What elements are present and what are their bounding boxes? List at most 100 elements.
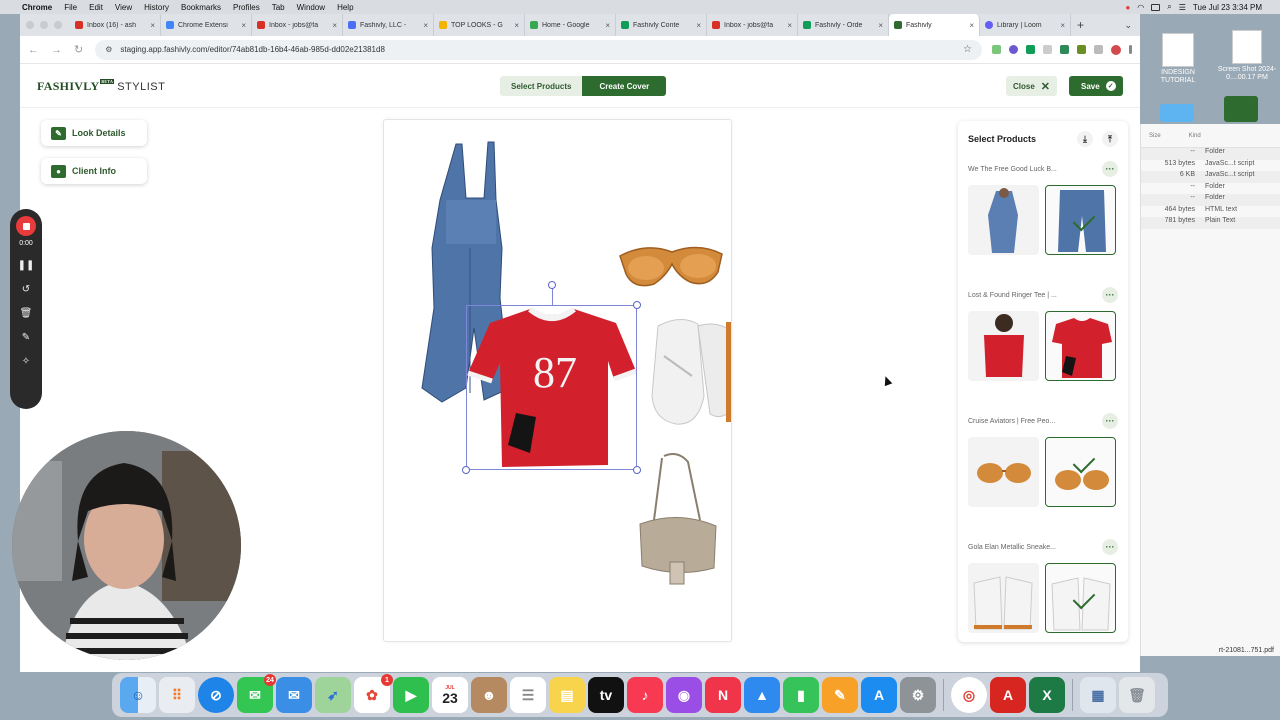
client-info-button[interactable]: ● Client Info	[41, 158, 147, 184]
menu-app-name[interactable]: Chrome	[22, 3, 52, 12]
selection-box[interactable]	[462, 281, 641, 474]
handbag-image[interactable]	[634, 450, 724, 585]
back-arrow-icon[interactable]: ←	[28, 44, 39, 56]
finder-app-icon[interactable]: ☺	[120, 677, 156, 713]
extension-icon[interactable]	[1009, 45, 1018, 54]
close-button[interactable]: Close ✕	[1006, 76, 1058, 96]
restart-icon[interactable]: ↺	[22, 284, 30, 295]
keynote-app-icon[interactable]: ▲	[744, 677, 780, 713]
extension-icon[interactable]	[992, 45, 1001, 54]
forward-arrow-icon[interactable]: →	[51, 44, 62, 56]
browser-tab[interactable]: Fashivly, LLC - ×	[343, 14, 434, 36]
bookmark-star-icon[interactable]: ☆	[963, 44, 972, 55]
reminders-app-icon[interactable]: ☰	[510, 677, 546, 713]
close-tab-icon[interactable]: ×	[423, 21, 428, 30]
resize-handle-bottom-left[interactable]	[462, 466, 470, 474]
product-cutout-image-selected[interactable]	[1045, 437, 1116, 507]
chrome-app-icon[interactable]: ◎	[951, 677, 987, 713]
product-model-image[interactable]	[968, 437, 1039, 507]
podcasts-app-icon[interactable]: ◉	[666, 677, 702, 713]
close-tab-icon[interactable]: ×	[787, 21, 792, 30]
browser-tab[interactable]: Inbox - jobs@fa ×	[707, 14, 798, 36]
pages-app-icon[interactable]: ✎	[822, 677, 858, 713]
desktop-icon-folder[interactable]	[1160, 104, 1194, 122]
mail-app-icon[interactable]: ✉	[276, 677, 312, 713]
more-options-icon[interactable]: ···	[1102, 539, 1118, 555]
close-tab-icon[interactable]: ×	[878, 21, 883, 30]
product-cutout-image-selected[interactable]	[1045, 563, 1116, 633]
app-store-app-icon[interactable]: A	[861, 677, 897, 713]
rotate-handle[interactable]	[548, 281, 556, 289]
numbers-app-icon[interactable]: ▮	[783, 677, 819, 713]
upload-icon[interactable]: ⤒	[1102, 131, 1118, 147]
webcam-bubble[interactable]	[12, 431, 241, 660]
close-tab-icon[interactable]: ×	[969, 21, 974, 30]
downloads-stack-icon[interactable]: ▦	[1080, 677, 1116, 713]
resize-handle-bottom-right[interactable]	[633, 466, 641, 474]
menu-help[interactable]: Help	[337, 3, 353, 12]
extension-icon[interactable]	[1077, 45, 1086, 54]
profile-avatar[interactable]	[1111, 44, 1121, 55]
notes-app-icon[interactable]: ▤	[549, 677, 585, 713]
tab-search-chevron-icon[interactable]: ⌄	[1124, 20, 1132, 31]
browser-tab[interactable]: Library | Loom ×	[980, 14, 1071, 36]
finder-row[interactable]: -- Folder	[1141, 194, 1280, 206]
sneakers-image[interactable]	[646, 316, 732, 431]
safari-app-icon[interactable]: ⊘	[198, 677, 234, 713]
finder-col-size[interactable]: Size	[1149, 133, 1161, 139]
control-center-icon[interactable]: ☰	[1179, 3, 1186, 12]
reload-icon[interactable]: ↻	[74, 43, 83, 56]
product-model-image[interactable]	[968, 311, 1039, 381]
zoom-window-button[interactable]	[54, 21, 62, 29]
browser-tab[interactable]: Chrome Extensi ×	[161, 14, 252, 36]
pause-icon[interactable]: ❚❚	[18, 260, 35, 271]
menu-history[interactable]: History	[144, 3, 169, 12]
more-menu-icon[interactable]	[1129, 45, 1132, 54]
close-tab-icon[interactable]: ×	[1060, 21, 1065, 30]
finder-row[interactable]: -- Folder	[1141, 148, 1280, 160]
look-details-button[interactable]: ✎ Look Details	[41, 120, 147, 146]
battery-icon[interactable]	[1151, 3, 1161, 11]
finder-row[interactable]: 781 bytes Plain Text	[1141, 217, 1280, 229]
trash-icon[interactable]: 🗑	[1119, 677, 1155, 713]
more-options-icon[interactable]: ···	[1102, 287, 1118, 303]
finder-row[interactable]: -- Folder	[1141, 183, 1280, 195]
product-model-image[interactable]	[968, 185, 1039, 255]
effects-icon[interactable]: ✧	[22, 356, 30, 367]
url-bar[interactable]: ⚙ staging.app.fashivly.com/editor/74ab81…	[95, 39, 982, 60]
browser-tab[interactable]: Home - Google ×	[525, 14, 616, 36]
search-icon[interactable]: ⌕	[1167, 2, 1171, 12]
desktop-icon-screenshot[interactable]: Screen Shot 2024-0....00.17 PM	[1214, 30, 1280, 82]
close-tab-icon[interactable]: ×	[514, 21, 519, 30]
resize-handle-top-right[interactable]	[633, 301, 641, 309]
desktop-icon-app[interactable]	[1224, 96, 1258, 122]
facetime-app-icon[interactable]: ▶	[393, 677, 429, 713]
finder-row[interactable]: 6 KB JavaSc...t script	[1141, 171, 1280, 183]
close-window-button[interactable]	[26, 21, 34, 29]
launchpad-app-icon[interactable]: ⠿	[159, 677, 195, 713]
music-app-icon[interactable]: ♪	[627, 677, 663, 713]
minimize-window-button[interactable]	[40, 21, 48, 29]
close-tab-icon[interactable]: ×	[150, 21, 155, 30]
save-button[interactable]: Save ✓	[1069, 76, 1123, 96]
excel-app-icon[interactable]: X	[1029, 677, 1065, 713]
acrobat-app-icon[interactable]: A	[990, 677, 1026, 713]
menubar-clock[interactable]: Tue Jul 23 3:34 PM	[1193, 3, 1262, 12]
browser-tab[interactable]: Inbox (16) - ash ×	[70, 14, 161, 36]
sunglasses-image[interactable]	[616, 238, 726, 292]
product-cutout-image-selected[interactable]	[1045, 185, 1116, 255]
finder-row[interactable]: 464 bytes HTML text	[1141, 206, 1280, 218]
browser-tab[interactable]: Inbox - jobs@fa ×	[252, 14, 343, 36]
close-tab-icon[interactable]: ×	[605, 21, 610, 30]
browser-tab[interactable]: Fashivly - Orde ×	[798, 14, 889, 36]
extension-icon[interactable]	[1060, 45, 1069, 54]
finder-col-kind[interactable]: Kind	[1189, 133, 1201, 139]
close-tab-icon[interactable]: ×	[696, 21, 701, 30]
menu-bookmarks[interactable]: Bookmarks	[181, 3, 221, 12]
menu-file[interactable]: File	[64, 3, 77, 12]
messages-app-icon[interactable]: ✉ 24	[237, 674, 276, 713]
trash-icon[interactable]: 🗑	[20, 308, 33, 319]
extension-icon[interactable]	[1026, 45, 1035, 54]
contacts-app-icon[interactable]: ☻	[471, 677, 507, 713]
stop-recording-button[interactable]	[16, 216, 36, 236]
